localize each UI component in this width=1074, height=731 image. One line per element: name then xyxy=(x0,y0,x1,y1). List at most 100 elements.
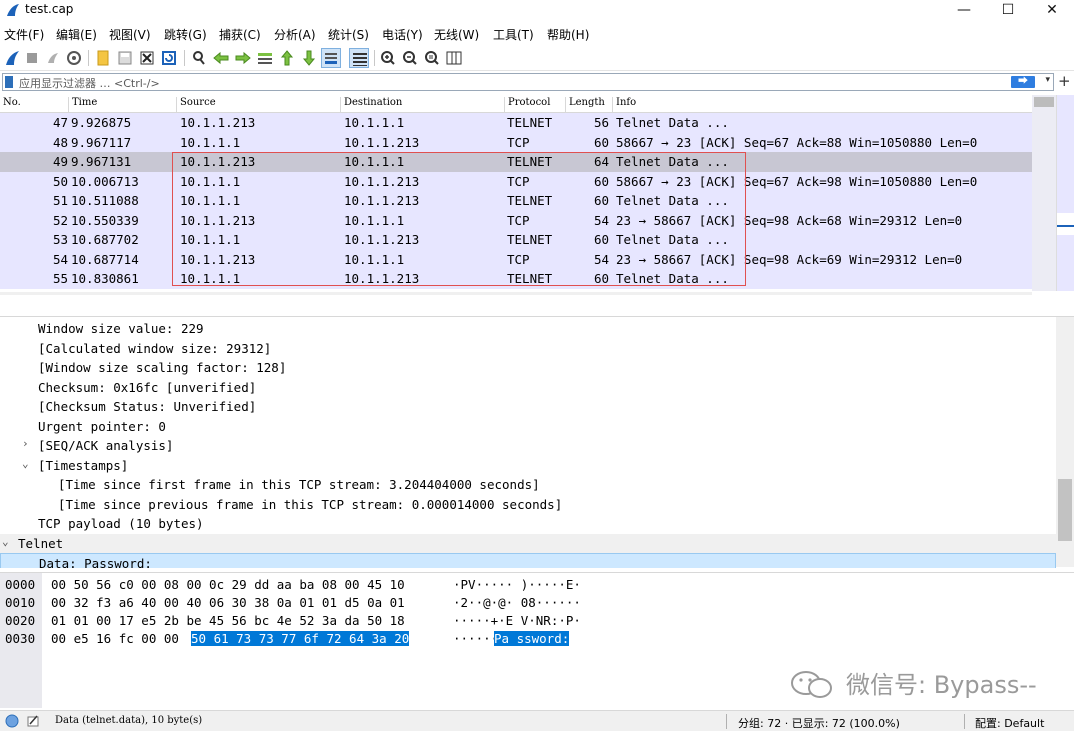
resize-columns-icon[interactable] xyxy=(444,48,464,68)
hex-bytes[interactable]: 00 32 f3 a6 40 00 40 06 30 38 0a 01 01 d… xyxy=(51,595,405,610)
edit-comment-icon[interactable] xyxy=(26,714,40,728)
close-file-icon[interactable] xyxy=(137,48,157,68)
column-source[interactable]: Source xyxy=(176,97,216,113)
scrollbar-thumb[interactable] xyxy=(1058,479,1072,541)
packet-row[interactable]: 52 10.550339 10.1.1.213 10.1.1.1 TCP 54 23 → 5… xyxy=(0,210,1032,230)
close-button[interactable]: ✕ xyxy=(1030,0,1074,22)
packet-list-scrollbar[interactable] xyxy=(1032,95,1056,291)
menu-wireless[interactable]: 无线(W) xyxy=(434,26,479,43)
hex-offset[interactable]: 0030 xyxy=(5,631,35,646)
detail-line[interactable]: [Window size scaling factor: 128] xyxy=(0,358,1056,378)
hex-bytes[interactable]: 01 01 00 17 e5 2b be 45 56 bc 4e 52 3a d… xyxy=(51,613,405,628)
scrollbar-thumb[interactable] xyxy=(1034,97,1054,107)
save-file-icon[interactable] xyxy=(115,48,135,68)
menu-telephony[interactable]: 电话(Y) xyxy=(382,26,423,43)
colorize-icon[interactable] xyxy=(349,48,369,68)
packet-row[interactable]: 51 10.511088 10.1.1.1 10.1.1.213 TELNET 60 Tel… xyxy=(0,191,1032,211)
collapse-arrow-icon[interactable]: ⌄ xyxy=(22,457,29,470)
packet-row[interactable]: 50 10.006713 10.1.1.1 10.1.1.213 TCP 60 58667 … xyxy=(0,171,1032,191)
hex-ascii-selected[interactable]: Pa ssword: xyxy=(494,631,570,646)
collapse-arrow-icon[interactable]: ⌄ xyxy=(2,535,9,548)
zoom-in-icon[interactable] xyxy=(378,48,398,68)
hex-ascii[interactable]: ·····+·E V·NR:·P· xyxy=(453,613,581,628)
packet-row[interactable]: 49 9.967131 10.1.1.213 10.1.1.1 TELNET 64 Teln… xyxy=(0,152,1032,172)
packet-row[interactable]: 54 10.687714 10.1.1.213 10.1.1.1 TCP 54 23 → 5… xyxy=(0,249,1032,269)
detail-line[interactable]: Urgent pointer: 0 xyxy=(0,417,1056,437)
menu-file[interactable]: 文件(F) xyxy=(4,26,44,43)
detail-line[interactable]: ⌄ [Timestamps] xyxy=(0,456,1056,476)
hex-offset[interactable]: 0010 xyxy=(5,595,35,610)
column-info[interactable]: Info xyxy=(612,97,636,113)
reload-icon[interactable] xyxy=(159,48,179,68)
last-packet-icon[interactable] xyxy=(299,48,319,68)
column-protocol[interactable]: Protocol xyxy=(504,97,550,113)
packet-row[interactable]: 53 10.687702 10.1.1.1 10.1.1.213 TELNET 60 Tel… xyxy=(0,230,1032,250)
cell-destination: 10.1.1.213 xyxy=(344,232,420,247)
hex-offset[interactable]: 0020 xyxy=(5,613,35,628)
detail-line[interactable]: [Time since first frame in this TCP stre… xyxy=(0,475,1056,495)
back-icon[interactable] xyxy=(211,48,231,68)
scroll-right-icon[interactable]: › xyxy=(1018,292,1022,295)
hex-ascii[interactable]: ······ xyxy=(453,631,498,646)
add-filter-button[interactable]: + xyxy=(1058,72,1071,90)
menu-view[interactable]: 视图(V) xyxy=(109,26,151,43)
open-file-icon[interactable] xyxy=(93,48,113,68)
detail-line[interactable]: Data: Password: xyxy=(0,553,1056,568)
menu-statistics[interactable]: 统计(S) xyxy=(328,26,369,43)
packet-list-hscrollbar[interactable]: ‹ › xyxy=(0,292,1032,295)
expert-info-icon[interactable] xyxy=(5,714,19,728)
main-toolbar xyxy=(0,45,1074,71)
detail-line[interactable]: ⌄ Telnet xyxy=(0,533,1056,553)
detail-line[interactable]: TCP payload (10 bytes) xyxy=(0,514,1056,534)
packet-row[interactable]: 47 9.926875 10.1.1.213 10.1.1.1 TELNET 56 Teln… xyxy=(0,113,1032,133)
expand-arrow-icon[interactable]: › xyxy=(22,437,29,450)
menu-tools[interactable]: 工具(T) xyxy=(493,26,534,43)
capture-options-icon[interactable] xyxy=(64,48,84,68)
find-icon[interactable] xyxy=(189,48,209,68)
hex-bytes[interactable]: 00 e5 16 fc 00 00 xyxy=(51,631,179,646)
column-destination[interactable]: Destination xyxy=(340,97,402,113)
restart-icon[interactable] xyxy=(43,48,63,68)
detail-line[interactable]: [Time since previous frame in this TCP s… xyxy=(0,495,1056,515)
normal-size-icon[interactable] xyxy=(422,48,442,68)
autoscroll-icon[interactable] xyxy=(321,48,341,68)
bookmark-icon[interactable] xyxy=(5,76,13,88)
display-filter-bar: 应用显示过滤器 … <Ctrl-/> ⮕ ▾ + xyxy=(0,72,1074,92)
hex-bytes-selected[interactable]: 50 61 73 73 77 6f 72 64 3a 20 xyxy=(191,631,410,646)
menu-edit[interactable]: 编辑(E) xyxy=(56,26,97,43)
detail-line[interactable]: [Checksum Status: Unverified] xyxy=(0,397,1056,417)
column-time[interactable]: Time xyxy=(68,97,97,113)
menu-analyze[interactable]: 分析(A) xyxy=(274,26,316,43)
zoom-out-icon[interactable] xyxy=(400,48,420,68)
details-scrollbar[interactable] xyxy=(1056,317,1074,567)
minimize-button[interactable]: — xyxy=(942,0,986,22)
forward-icon[interactable] xyxy=(233,48,253,68)
detail-line[interactable]: [Calculated window size: 29312] xyxy=(0,339,1056,359)
packet-minimap[interactable] xyxy=(1056,95,1074,291)
menu-capture[interactable]: 捕获(C) xyxy=(219,26,261,43)
column-length[interactable]: Length xyxy=(565,97,605,113)
apply-filter-button[interactable]: ⮕ xyxy=(1011,76,1035,88)
detail-line[interactable]: Window size value: 229 xyxy=(0,319,1056,339)
stop-icon[interactable] xyxy=(22,48,42,68)
cell-protocol: TELNET xyxy=(507,232,553,247)
goto-packet-icon[interactable] xyxy=(255,48,275,68)
hex-ascii[interactable]: ·PV····· )·····E· xyxy=(453,577,581,592)
detail-line[interactable]: Checksum: 0x16fc [unverified] xyxy=(0,378,1056,398)
menu-go[interactable]: 跳转(G) xyxy=(164,26,207,43)
packet-row[interactable]: 55 10.830861 10.1.1.1 10.1.1.213 TELNET 60 Tel… xyxy=(0,269,1032,289)
hex-ascii[interactable]: ·2··@·@· 08······ xyxy=(453,595,581,610)
status-profile[interactable]: 配置: Default xyxy=(975,715,1044,731)
detail-line[interactable]: › [SEQ/ACK analysis] xyxy=(0,436,1056,456)
display-filter-input[interactable]: 应用显示过滤器 … <Ctrl-/> ⮕ ▾ xyxy=(2,73,1054,91)
scroll-left-icon[interactable]: ‹ xyxy=(4,292,8,295)
packet-row[interactable]: 48 9.967117 10.1.1.1 10.1.1.213 TCP 60 58667 →… xyxy=(0,132,1032,152)
first-packet-icon[interactable] xyxy=(277,48,297,68)
menu-help[interactable]: 帮助(H) xyxy=(547,26,589,43)
shark-fin-start-icon[interactable] xyxy=(2,48,22,68)
maximize-button[interactable]: ☐ xyxy=(986,0,1030,22)
hex-bytes[interactable]: 00 50 56 c0 00 08 00 0c 29 dd aa ba 08 0… xyxy=(51,577,405,592)
filter-dropdown-icon[interactable]: ▾ xyxy=(1045,75,1050,85)
column-no[interactable]: No. xyxy=(0,97,21,113)
hex-offset[interactable]: 0000 xyxy=(5,577,35,592)
